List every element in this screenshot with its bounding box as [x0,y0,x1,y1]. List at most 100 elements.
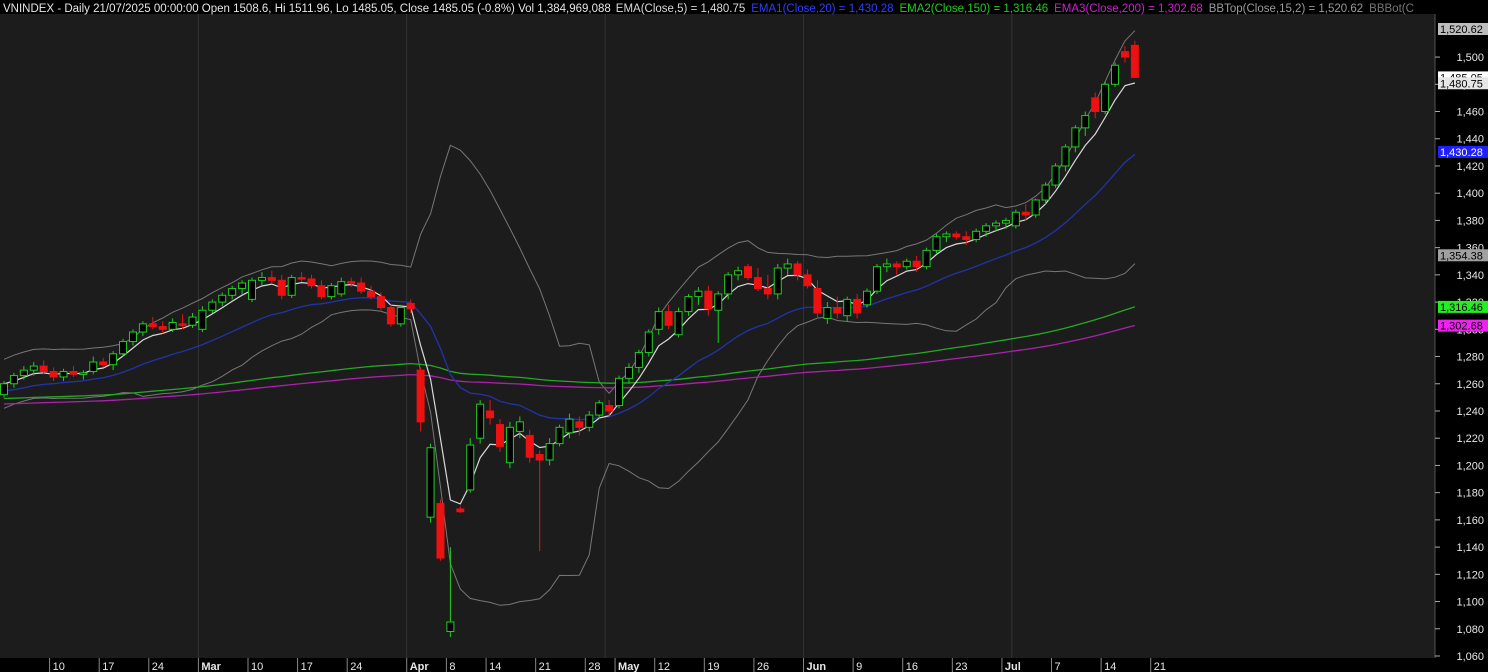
candle [1031,198,1040,218]
chart-header: VNINDEX - Daily 21/07/2025 00:00:00 Open… [3,3,1414,15]
candle [744,263,752,281]
candle [119,338,128,357]
candle [1101,81,1110,115]
candle-body-up [218,294,227,303]
candle-body-down [704,290,713,310]
y-tick-label: 1,100 [1456,597,1484,609]
candle-body-up [982,225,991,232]
x-tick-label: 24 [350,661,362,672]
candle-body-up [545,443,554,461]
candle-body-up [624,366,633,379]
candle-body-up [476,403,485,439]
x-tick-label: 26 [757,661,769,672]
candle-body-down [664,311,673,326]
y-tick-label: 1,140 [1456,542,1484,554]
x-tick-label: Mar [201,661,221,672]
candle-body-up [714,293,723,311]
candle-body-up [138,323,147,333]
candle-body-down [456,508,465,513]
candle-body-down [99,361,108,366]
candle-body-up [188,316,197,326]
candle-body-down [1091,97,1100,113]
value-tag-label: 1,302.68 [1440,321,1483,333]
value-tag: 1,480.75 [1438,77,1488,90]
candle-body-up [168,322,177,330]
y-tick-label: 1,220 [1456,433,1484,445]
candle-body-up [1011,211,1020,227]
candle-body-down [158,326,167,330]
candle-body-down [376,296,385,309]
candle-body-up [555,426,564,445]
candle-body-up [1031,199,1040,216]
indicator-label: EMA3(Close,200) = 1,302.68 [1054,3,1203,15]
x-tick-label: 19 [707,661,719,672]
candle [327,283,336,300]
candle-body-up [505,426,514,464]
candle-body-up [248,279,256,300]
candle [615,375,624,409]
y-tick-label: 1,120 [1456,569,1484,581]
candle-body-up [932,236,941,251]
candle-body-up [724,274,733,295]
candle [922,247,931,270]
x-tick-label: 12 [658,661,670,672]
candle-body-down [605,405,614,412]
candle-body-up [1051,165,1060,186]
value-tag-label: 1,520.62 [1440,24,1483,36]
candle-body-up [674,311,683,336]
y-tick-label: 1,420 [1456,161,1484,173]
candle [416,367,425,432]
candle-body-up [119,341,128,355]
y-tick-label: 1,160 [1456,515,1484,527]
candle-body-up [773,267,782,295]
x-tick-label: 10 [53,661,65,672]
candle-body-up [287,277,296,296]
indicator-label: EMA(Close,5) = 1,480.75 [616,3,745,15]
candle-body-up [257,277,266,281]
candle [674,307,683,338]
candle-body-up [1101,83,1110,113]
candle-body-down [486,410,495,419]
candle [1011,209,1020,229]
candle-body-up [565,418,574,434]
candle-body-down [744,266,752,279]
candle-body-down [1130,44,1139,78]
candle-body-up [1111,64,1120,85]
x-tick-label: 21 [539,661,551,672]
candle [1051,163,1060,188]
x-tick-label: 9 [856,661,862,672]
indicator-label: BBTop(Close,15,2) = 1,520.62 [1209,3,1363,15]
x-tick-label: 7 [1055,661,1061,672]
value-tag-label: 1,354.38 [1440,250,1483,262]
candle [505,421,514,469]
candle-body-up [694,290,703,298]
y-tick-label: 1,240 [1456,406,1484,418]
x-tick-label: Apr [410,661,430,672]
candle-body-down [763,287,772,295]
y-tick-label: 1,440 [1456,134,1484,146]
candle-body-down [367,290,376,298]
candle [426,443,435,523]
candle-body-down [307,278,316,287]
candle [773,263,782,300]
value-tag: 1,316.46 [1438,300,1488,314]
candle-body-down [267,277,276,281]
candle-body-up [634,351,643,368]
y-tick-label: 1,460 [1456,107,1484,119]
candle-body-down [148,323,157,328]
x-tick-label: 16 [906,661,918,672]
value-tag: 1,354.38 [1438,249,1488,262]
candle-body-up [882,263,891,268]
candle-body-down [277,279,286,296]
candle-body-up [426,447,435,518]
y-tick-label: 1,080 [1456,624,1484,636]
candle-body-down [347,281,356,284]
vnindex-chart[interactable]: 1,060 1,080 1,100 1,120 1,140 1,160 1,180 1,200… [0,0,1488,672]
candle-body-up [644,331,653,353]
candle-body-up [29,365,38,371]
candle-body-down [912,260,921,268]
candle-body-up [1081,115,1090,129]
candle-body-down [535,454,544,461]
x-tick-label: Jul [1005,661,1021,672]
y-tick-label: 1,280 [1456,352,1484,364]
